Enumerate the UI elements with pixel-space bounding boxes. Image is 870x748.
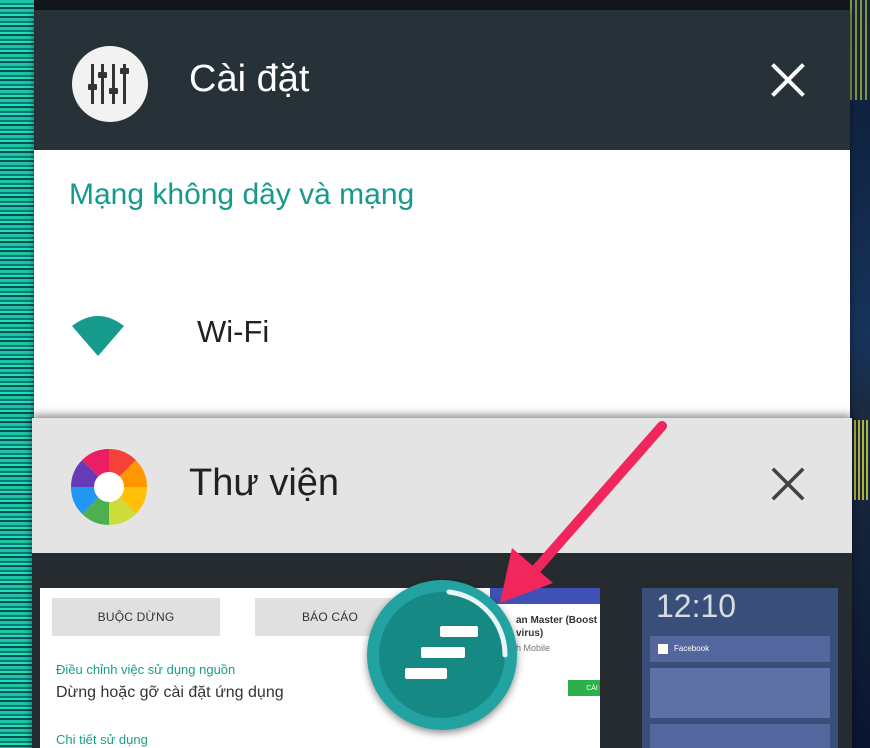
store-app-developer: h Mobile — [516, 643, 551, 653]
wallpaper-strip-right-top — [850, 0, 870, 100]
battery-desc: Dừng hoặc gỡ cài đặt ứng dụng — [56, 684, 284, 701]
notification-panel[interactable] — [650, 668, 830, 718]
store-app-title: an Master (Boost virus) — [516, 615, 598, 639]
wifi-icon — [72, 316, 124, 356]
close-icon — [771, 467, 805, 501]
wallpaper-strip-right — [850, 0, 870, 748]
battery-heading: Điều chỉnh việc sử dụng nguồn — [56, 662, 236, 677]
force-stop-button[interactable]: BUỘC DỪNG — [52, 598, 220, 636]
wifi-setting-row[interactable]: Wi-Fi — [34, 290, 850, 390]
wallpaper-strip-left — [0, 0, 34, 748]
notification-title: Facebook — [674, 644, 710, 653]
gallery-card-title: Thư viện — [189, 462, 340, 504]
floating-assistant-button[interactable] — [367, 580, 517, 730]
notification-facebook[interactable]: Facebook — [650, 636, 830, 662]
color-wheel-icon — [70, 448, 148, 526]
settings-card-title: Cài đặt — [189, 58, 310, 100]
section-heading-wireless: Mạng không dây và mạng — [69, 178, 415, 211]
lockscreen-thumbnail[interactable]: 12:10 Facebook — [642, 588, 838, 748]
install-button[interactable]: CÀI ĐẶT — [568, 680, 600, 696]
usage-heading: Chi tiết sử dụng — [56, 732, 148, 747]
stacked-bars-icon — [405, 589, 508, 679]
notification-message[interactable] — [650, 724, 830, 748]
equalizer-sliders-icon — [72, 46, 148, 122]
recent-card-settings[interactable]: Cài đặt Mạng không dây và mạng Wi-Fi — [34, 10, 850, 430]
close-settings-button[interactable] — [766, 58, 810, 102]
close-icon — [771, 63, 805, 97]
recent-apps-screen: Cài đặt Mạng không dây và mạng Wi-Fi Thư… — [0, 0, 870, 748]
lockscreen-clock: 12:10 — [656, 588, 737, 624]
facebook-icon — [658, 644, 668, 654]
wifi-label: Wi-Fi — [197, 314, 270, 349]
settings-card-header[interactable]: Cài đặt — [34, 10, 850, 150]
gallery-card-header[interactable]: Thư viện — [32, 418, 852, 553]
close-gallery-button[interactable] — [766, 462, 810, 506]
